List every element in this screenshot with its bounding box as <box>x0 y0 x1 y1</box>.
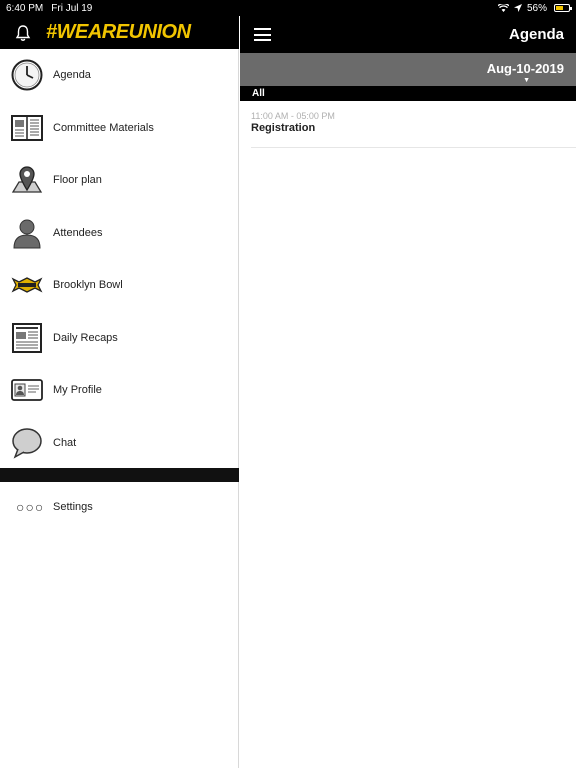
sidebar-item-label: Agenda <box>53 69 91 82</box>
date-selector[interactable]: Aug-10-2019 ▼ <box>240 53 576 86</box>
battery-icon <box>554 4 572 12</box>
sidebar-item-daily-recaps[interactable]: Daily Recaps <box>0 312 238 365</box>
sidebar-item-floor-plan[interactable]: Floor plan <box>0 154 238 207</box>
sidebar-item-label: Floor plan <box>53 174 102 187</box>
sidebar-item-label: Daily Recaps <box>53 331 118 344</box>
sidebar-item-label: Committee Materials <box>53 121 154 134</box>
person-icon <box>10 216 44 250</box>
status-bar: 6:40 PM Fri Jul 19 56% <box>0 0 576 16</box>
battery-percent: 56% <box>526 2 547 14</box>
date-label: Aug-10-2019 <box>486 61 564 76</box>
sidebar-item-label: Settings <box>53 501 93 513</box>
sidebar-item-attendees[interactable]: Attendees <box>0 207 238 260</box>
sidebar-item-label: My Profile <box>53 384 102 397</box>
sidebar-header: #WEAREUNION <box>0 16 239 49</box>
status-date: Fri Jul 19 <box>51 2 93 14</box>
filter-bar[interactable]: All <box>240 86 576 101</box>
list-item[interactable]: 11:00 AM - 05:00 PM Registration <box>251 111 576 148</box>
bell-icon[interactable] <box>14 24 32 42</box>
more-dots-icon: ○○○ <box>16 499 45 515</box>
sidebar-item-agenda[interactable]: Agenda <box>0 49 238 102</box>
hamburger-menu-icon[interactable] <box>254 28 271 41</box>
brooklyn-bowl-logo-icon <box>10 268 44 302</box>
wifi-icon <box>497 4 509 12</box>
sidebar-item-label: Attendees <box>53 226 103 239</box>
sidebar-divider <box>0 468 239 482</box>
clock-icon <box>10 58 44 92</box>
filter-label: All <box>252 88 265 99</box>
book-icon <box>10 111 44 145</box>
brand-logo: #WEAREUNION <box>46 21 191 43</box>
sidebar-item-settings[interactable]: ○○○ Settings <box>0 492 239 522</box>
agenda-item-time: 11:00 AM - 05:00 PM <box>251 111 335 121</box>
id-card-icon <box>10 373 44 407</box>
agenda-item-title: Registration <box>251 122 316 134</box>
sidebar-item-label: Chat <box>53 436 77 449</box>
sidebar-item-brooklyn-bowl[interactable]: Brooklyn Bowl <box>0 259 238 312</box>
sidebar: Agenda Committee Materials Floor plan At… <box>0 49 239 768</box>
main-header: Agenda <box>240 16 576 53</box>
chat-bubble-icon <box>10 426 44 460</box>
map-pin-icon <box>10 163 44 197</box>
sidebar-item-my-profile[interactable]: My Profile <box>0 364 238 417</box>
page-title: Agenda <box>508 26 564 43</box>
caret-down-icon: ▼ <box>523 77 530 84</box>
sidebar-item-label: Brooklyn Bowl <box>53 279 123 292</box>
location-arrow-icon <box>513 4 522 12</box>
sidebar-item-committee-materials[interactable]: Committee Materials <box>0 102 238 155</box>
newspaper-icon <box>10 321 44 355</box>
sidebar-item-chat[interactable]: Chat <box>0 417 238 470</box>
status-time: 6:40 PM <box>6 2 44 14</box>
